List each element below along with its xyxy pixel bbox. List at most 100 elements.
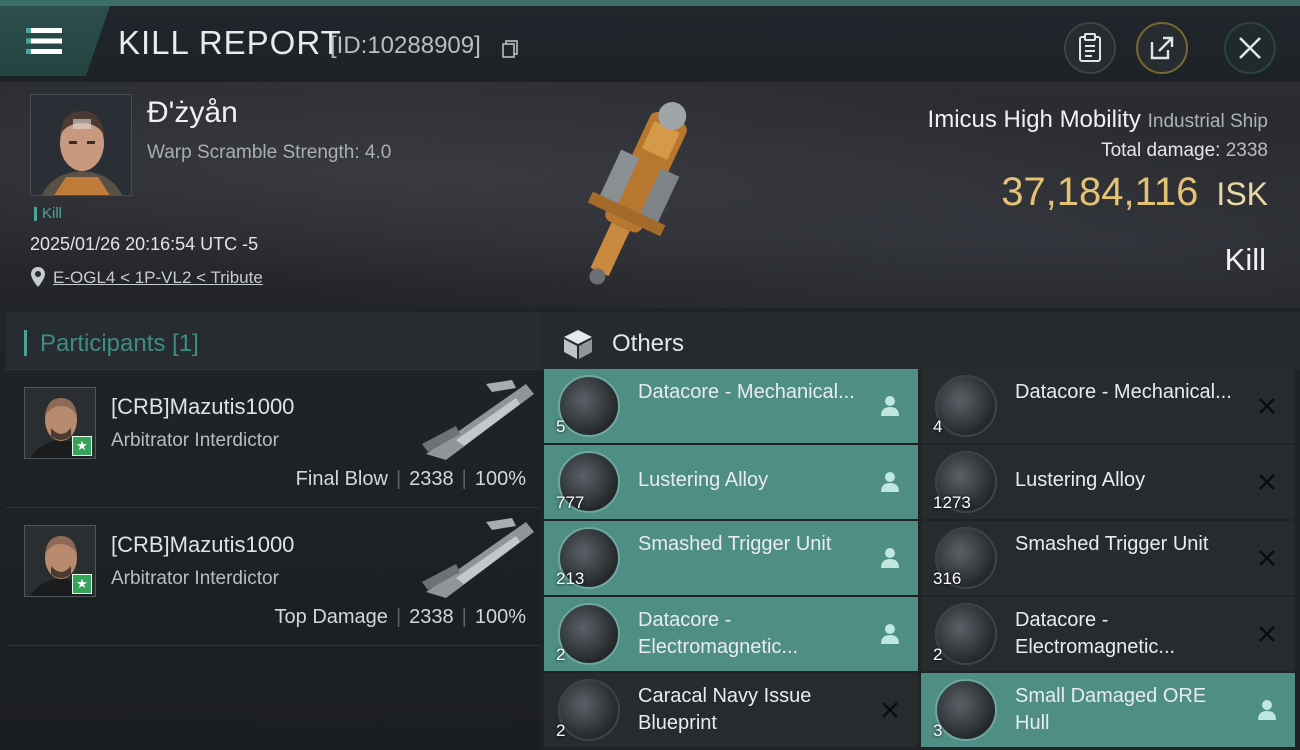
loot-item[interactable]: 2 Datacore - Electromagnetic... bbox=[544, 597, 918, 671]
ship-class: Industrial Ship bbox=[1147, 111, 1268, 132]
participant-stats: Top Damage | 2338 | 100% bbox=[275, 606, 526, 629]
destroyed-x-icon bbox=[882, 702, 898, 718]
isk-value: 37,184,116 ISK bbox=[1001, 170, 1268, 215]
participant-role: Top Damage bbox=[274, 606, 388, 628]
star-icon: ★ bbox=[72, 574, 92, 594]
item-icon bbox=[558, 679, 620, 741]
participant-row[interactable]: ★ [CRB]Mazutis1000 Arbitrator Interdicto… bbox=[6, 508, 540, 646]
victim-name[interactable]: Đ'żyån bbox=[147, 96, 238, 130]
loot-item[interactable]: 5 Datacore - Mechanical... bbox=[544, 369, 918, 443]
kill-summary: Đ'żyån Warp Scramble Strength: 4.0 Kill … bbox=[0, 82, 1300, 308]
item-icon bbox=[558, 375, 620, 437]
participant-damage: 2338 bbox=[409, 468, 454, 490]
item-quantity: 316 bbox=[933, 569, 962, 588]
destroyed-x-icon bbox=[1259, 474, 1275, 490]
item-name: Caracal Navy Issue Blueprint bbox=[638, 685, 812, 734]
item-quantity: 1273 bbox=[933, 493, 971, 512]
close-icon bbox=[1239, 37, 1261, 59]
item-icon bbox=[935, 679, 997, 741]
item-name: Datacore - Mechanical... bbox=[638, 381, 855, 403]
ship-type: Imicus High Mobility Industrial Ship bbox=[928, 106, 1268, 134]
others-title: Others bbox=[612, 330, 685, 357]
participant-percent: 100% bbox=[474, 606, 526, 628]
ship-image bbox=[587, 102, 687, 285]
participant-role: Final Blow bbox=[295, 468, 388, 490]
participant-ship-image bbox=[422, 380, 534, 460]
participant-name[interactable]: [CRB]Mazutis1000 bbox=[111, 532, 294, 558]
location-link[interactable]: E-OGL4 < 1P-VL2 < Tribute bbox=[53, 268, 263, 288]
item-name: Smashed Trigger Unit bbox=[1015, 533, 1209, 555]
others-panel: Others 5 Datacore - Mechanical... 4 Datacor… bbox=[540, 308, 1300, 750]
ship-name[interactable]: Imicus High Mobility bbox=[928, 106, 1141, 133]
share-icon bbox=[1150, 36, 1174, 60]
divider: | bbox=[395, 606, 402, 628]
participants-title: Participants [1] bbox=[40, 330, 199, 357]
item-icon bbox=[935, 375, 997, 437]
participant-row[interactable]: ★ [CRB]Mazutis1000 Arbitrator Interdicto… bbox=[6, 370, 540, 508]
loot-item[interactable]: 777 Lustering Alloy bbox=[544, 445, 918, 519]
total-damage-label: Total damage: bbox=[1101, 140, 1221, 161]
loot-item[interactable]: 2 Datacore - Electromagnetic... bbox=[921, 597, 1295, 671]
cube-icon bbox=[564, 330, 592, 359]
loot-item[interactable]: 4 Datacore - Mechanical... bbox=[921, 369, 1295, 443]
loot-item[interactable]: 213 Smashed Trigger Unit bbox=[544, 521, 918, 595]
item-name: Datacore - Mechanical... bbox=[1015, 381, 1232, 403]
total-damage: Total damage: 2338 bbox=[1101, 140, 1268, 162]
isk-unit: ISK bbox=[1216, 176, 1268, 212]
page-title: KILL REPORT bbox=[118, 24, 342, 61]
victim-portrait[interactable] bbox=[30, 94, 132, 196]
destroyed-x-icon bbox=[1259, 398, 1275, 414]
divider: | bbox=[461, 606, 467, 628]
person-icon bbox=[881, 548, 899, 568]
person-icon bbox=[881, 472, 899, 492]
item-quantity: 5 bbox=[556, 417, 566, 436]
person-icon bbox=[1258, 700, 1276, 720]
participant-ship: Arbitrator Interdictor bbox=[111, 568, 279, 589]
participant-stats: Final Blow | 2338 | 100% bbox=[296, 468, 526, 491]
share-button[interactable] bbox=[1136, 22, 1188, 74]
participant-damage: 2338 bbox=[409, 606, 454, 628]
menu-button[interactable] bbox=[0, 6, 110, 76]
loot-item[interactable]: 1273 Lustering Alloy bbox=[921, 445, 1295, 519]
divider: | bbox=[461, 468, 467, 490]
kill-id: [ID:10288909] bbox=[330, 32, 481, 59]
others-header: Others bbox=[540, 312, 1300, 370]
participants-panel: Participants [1] ★ [CRB]Mazutis1000 Arbi… bbox=[0, 308, 540, 750]
participant-percent: 100% bbox=[474, 468, 526, 490]
item-icon bbox=[935, 603, 997, 665]
clipboard-icon bbox=[1079, 33, 1101, 62]
isk-amount: 37,184,116 bbox=[1001, 170, 1199, 214]
loot-item[interactable]: 2 Caracal Navy Issue Blueprint bbox=[544, 673, 918, 747]
item-icon bbox=[558, 603, 620, 665]
total-damage-value: 2338 bbox=[1225, 140, 1268, 161]
loot-item[interactable]: 3 Small Damaged ORE Hull bbox=[921, 673, 1295, 747]
menu-icon bbox=[26, 28, 62, 54]
star-icon: ★ bbox=[72, 436, 92, 456]
copy-icon[interactable] bbox=[502, 40, 518, 58]
kill-tag: Kill bbox=[34, 206, 62, 221]
item-name: Small Damaged ORE Hull bbox=[1015, 685, 1207, 734]
loot-item[interactable]: 316 Smashed Trigger Unit bbox=[921, 521, 1295, 595]
item-quantity: 4 bbox=[933, 417, 943, 436]
top-bar: KILL REPORT [ID:10288909] bbox=[0, 0, 1300, 82]
report-button[interactable] bbox=[1064, 22, 1116, 74]
participant-ship-image bbox=[422, 518, 534, 598]
destroyed-x-icon bbox=[1259, 550, 1275, 566]
tab-indicator bbox=[24, 330, 27, 356]
person-icon bbox=[881, 396, 899, 416]
divider: | bbox=[395, 468, 402, 490]
item-quantity: 2 bbox=[933, 645, 943, 664]
item-name: Lustering Alloy bbox=[1015, 469, 1146, 491]
item-quantity: 2 bbox=[556, 645, 566, 664]
item-name: Lustering Alloy bbox=[638, 469, 769, 491]
item-quantity: 3 bbox=[933, 721, 943, 740]
item-quantity: 777 bbox=[556, 493, 585, 512]
participants-tab[interactable]: Participants [1] bbox=[6, 312, 540, 370]
destroyed-x-icon bbox=[1259, 626, 1275, 642]
kill-timestamp: 2025/01/26 20:16:54 UTC -5 bbox=[30, 234, 259, 254]
person-icon bbox=[881, 624, 899, 644]
close-button[interactable] bbox=[1224, 22, 1276, 74]
item-name: Datacore - Electromagnetic... bbox=[1015, 609, 1176, 658]
item-quantity: 2 bbox=[556, 721, 566, 740]
participant-name[interactable]: [CRB]Mazutis1000 bbox=[111, 394, 294, 420]
